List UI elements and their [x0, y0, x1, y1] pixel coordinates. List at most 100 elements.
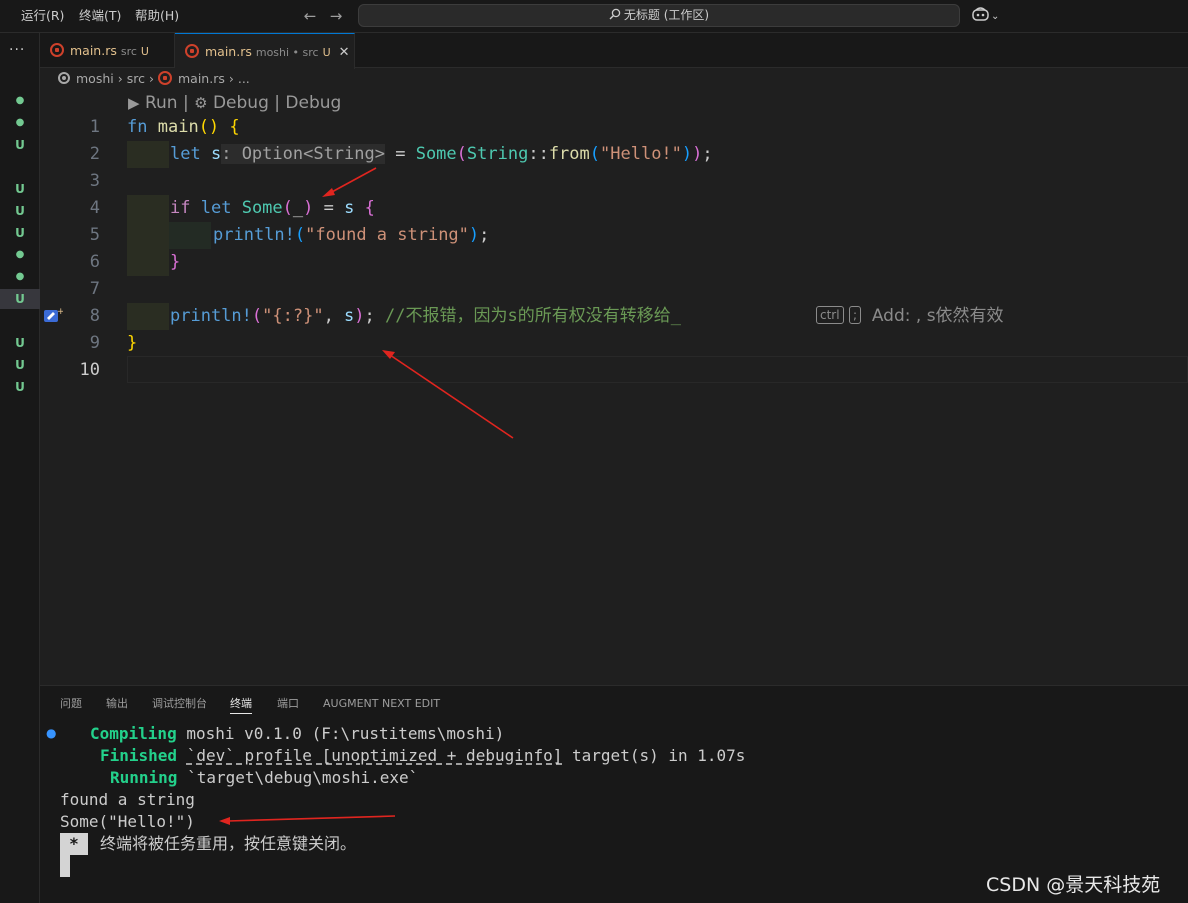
- command-center-search[interactable]: 无标题 (工作区): [358, 4, 960, 27]
- tab-main-rs-src[interactable]: main.rs src U: [40, 33, 175, 68]
- code-line-6[interactable]: }: [170, 249, 180, 276]
- tab-description: moshi • src: [255, 46, 319, 59]
- line-number: 9: [89, 333, 100, 353]
- line-number: 6: [89, 252, 100, 272]
- code-line-4[interactable]: if let Some(_) = s {: [170, 195, 375, 222]
- forward-arrow-icon[interactable]: →: [326, 5, 346, 27]
- menu-run[interactable]: 运行(R): [21, 0, 64, 33]
- scm-badge: U: [15, 226, 25, 240]
- breadcrumb-item[interactable]: ...: [238, 71, 250, 86]
- code-line-5[interactable]: println!("found a string");: [213, 222, 489, 249]
- codelens-debug[interactable]: Debug: [213, 93, 269, 113]
- code-line-8[interactable]: println!("{:?}", s); //不报错，因为s的所有权没有转移给_: [170, 303, 681, 330]
- title-bar: 运行(R) 终端(T) 帮助(H) ← → 无标题 (工作区) ⌄: [0, 0, 1188, 33]
- scm-badge: U: [15, 380, 25, 394]
- panel-tab-output[interactable]: 输出: [106, 694, 128, 714]
- type-name: String: [466, 144, 529, 164]
- punctuation: ): [354, 306, 365, 326]
- edit-suggestion-icon[interactable]: +: [43, 306, 63, 326]
- panel-tab-debug-console[interactable]: 调试控制台: [152, 694, 207, 714]
- line-number: 2: [89, 144, 100, 164]
- breadcrumb-item[interactable]: moshi: [76, 71, 114, 86]
- annotation-arrow-1: [322, 167, 377, 197]
- punctuation: (: [456, 144, 467, 164]
- chevron-down-icon: ⌄: [991, 11, 1000, 22]
- punctuation: }: [127, 333, 138, 353]
- punctuation: ): [692, 144, 703, 164]
- indent-guide: [127, 141, 169, 168]
- menu-terminal[interactable]: 终端(T): [79, 0, 121, 33]
- function-name: main: [157, 117, 199, 137]
- punctuation: (: [294, 225, 306, 245]
- keybinding-semicolon: ;: [848, 306, 862, 324]
- keyword: if: [170, 198, 191, 218]
- current-line-highlight: [127, 356, 1188, 383]
- keyword: fn: [127, 117, 148, 137]
- line-number: 1: [89, 117, 100, 137]
- code-comment: //不报错，因为s的所有权没有转移给_: [385, 306, 681, 326]
- operator: =: [313, 198, 345, 218]
- variable: s: [344, 306, 355, 326]
- string-literal: "found a string": [305, 225, 469, 245]
- line-number: 5: [89, 225, 100, 245]
- terminal-output-line: found a string: [60, 790, 195, 809]
- scm-badge: U: [15, 204, 25, 218]
- codelens-run[interactable]: Run: [145, 93, 178, 113]
- tab-label: main.rs: [70, 43, 117, 58]
- terminal-label: Finished: [100, 746, 178, 765]
- chevron-right-icon: ›: [228, 71, 234, 86]
- terminal-reuse-message: 终端将被任务重用，按任意键关闭。: [100, 834, 357, 853]
- punctuation: (: [282, 198, 293, 218]
- breadcrumb-item[interactable]: src: [127, 71, 145, 86]
- copilot-menu[interactable]: ⌄: [972, 5, 1006, 27]
- terminal-line-running: Running `target\debug\moshi.exe`: [110, 767, 418, 789]
- chevron-right-icon: ›: [117, 71, 123, 86]
- keyword: let: [200, 198, 232, 218]
- terminal-text: target(s) in 1.07s: [562, 746, 746, 765]
- terminal-link[interactable]: `dev` profile [unoptimized + debuginfo]: [187, 746, 563, 765]
- terminal-status-dot: ●: [46, 726, 57, 740]
- menu-help[interactable]: 帮助(H): [135, 0, 179, 33]
- panel-tab-augment[interactable]: AUGMENT NEXT EDIT: [323, 694, 440, 714]
- tab-main-rs-active[interactable]: main.rs moshi • src U ✕: [175, 33, 355, 69]
- breadcrumb-item[interactable]: main.rs: [178, 71, 225, 86]
- punctuation: ;: [479, 225, 490, 245]
- breadcrumb: moshi › src › main.rs ›...: [58, 69, 250, 89]
- back-arrow-icon[interactable]: ←: [300, 5, 320, 27]
- terminal-text: moshi v0.1.0 (F:\rustitems\moshi): [176, 724, 505, 743]
- scm-badge-selected[interactable]: U: [0, 289, 40, 309]
- enum-variant: Some: [415, 144, 457, 164]
- search-text: 无标题 (工作区): [623, 8, 710, 22]
- play-icon: ▶: [128, 94, 140, 112]
- more-actions-icon[interactable]: ···: [9, 42, 25, 58]
- close-icon[interactable]: ✕: [339, 35, 350, 70]
- code-line-2[interactable]: let s: Option<String> = Some(String::fro…: [170, 141, 713, 168]
- edit-suggestion-hint[interactable]: ctrl ; Add: , s依然有效: [816, 303, 1004, 330]
- panel-tab-ports[interactable]: 端口: [277, 694, 299, 714]
- workspace-icon: [58, 72, 70, 84]
- code-line-1[interactable]: fn main() {: [127, 114, 240, 141]
- terminal-text: `target\debug\moshi.exe`: [177, 768, 419, 787]
- macro-name: println!: [170, 306, 252, 326]
- terminal-label: Running: [110, 768, 178, 787]
- codelens-debug-2[interactable]: Debug: [285, 93, 341, 113]
- rust-file-icon: [50, 43, 64, 57]
- indent-guide: [127, 222, 169, 249]
- activity-bar: ···: [0, 33, 40, 903]
- indent-guide: [127, 249, 169, 276]
- panel-tab-problems[interactable]: 问题: [60, 694, 82, 714]
- punctuation: {: [364, 198, 375, 218]
- gear-icon: ⚙: [194, 94, 208, 112]
- suggestion-text: Add: , s依然有效: [871, 306, 1004, 326]
- scm-badge: ●: [15, 271, 25, 282]
- rust-file-icon: [185, 44, 199, 58]
- variable: s: [210, 144, 222, 164]
- wildcard-pattern: _: [292, 198, 304, 218]
- function-name: from: [548, 144, 590, 164]
- editor-tabs: main.rs src U main.rs moshi • src U ✕: [40, 33, 1188, 69]
- scm-badge: U: [15, 358, 25, 372]
- tab-label: main.rs: [205, 44, 252, 59]
- punctuation: ): [468, 225, 480, 245]
- code-line-9[interactable]: }: [127, 330, 137, 357]
- panel-tab-terminal[interactable]: 终端: [230, 694, 252, 714]
